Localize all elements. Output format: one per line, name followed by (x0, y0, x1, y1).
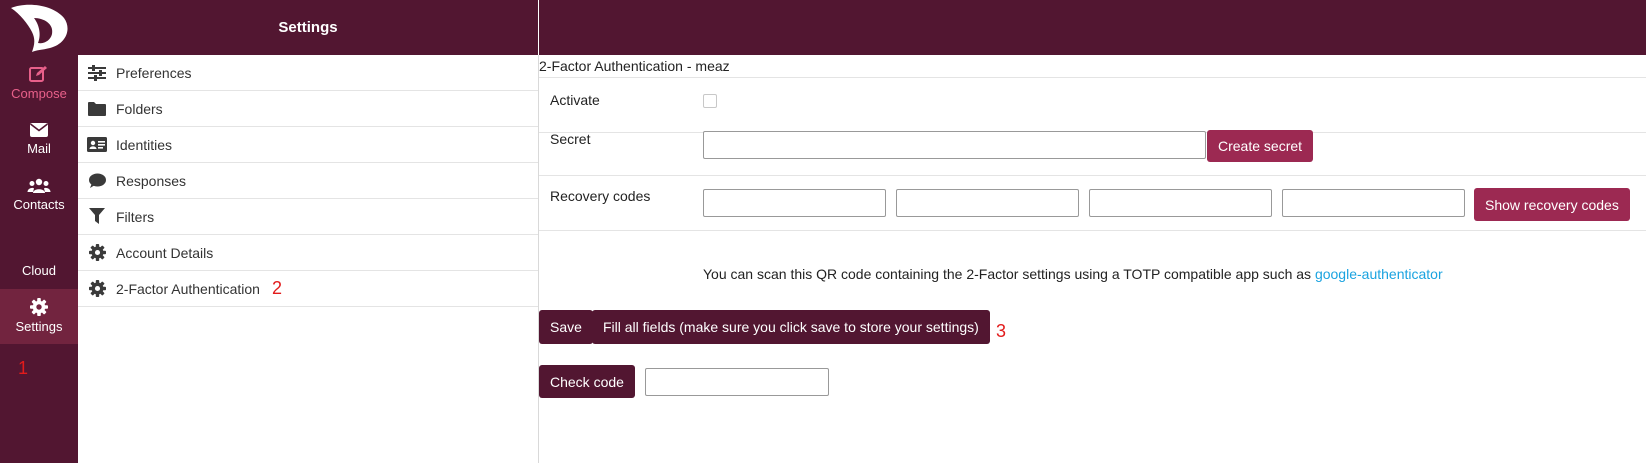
nav-contacts-label: Contacts (13, 197, 65, 212)
save-button[interactable]: Save (539, 310, 593, 344)
nav-settings[interactable]: Settings (0, 289, 78, 344)
nav-cloud-label: Cloud (22, 263, 56, 278)
nav-mail-label: Mail (27, 141, 51, 156)
show-recovery-codes-button[interactable]: Show recovery codes (1474, 188, 1630, 221)
comment-icon (87, 173, 107, 189)
recovery-code-input-4[interactable] (1282, 189, 1465, 217)
pane-title: 2-Factor Authentication - meaz (539, 58, 730, 74)
qr-instructions: You can scan this QR code containing the… (703, 266, 1443, 282)
settings-panel-title: Settings (78, 0, 538, 55)
settings-item-label: Identities (116, 136, 173, 153)
filter-icon (87, 208, 107, 225)
activate-label: Activate (550, 92, 600, 108)
secret-input[interactable] (703, 131, 1206, 159)
recovery-code-input-1[interactable] (703, 189, 886, 217)
recovery-label: Recovery codes (550, 188, 651, 204)
annotation-1: 1 (18, 358, 29, 378)
settings-item-label: Preferences (116, 64, 192, 81)
annotation-2: 2 (271, 278, 282, 298)
gear-icon (30, 298, 48, 316)
twofactor-pane: 2-Factor Authentication - meaz Activate … (539, 55, 1646, 463)
nav-mail[interactable]: Mail (0, 122, 78, 156)
check-code-input[interactable] (645, 368, 829, 396)
activate-checkbox[interactable] (703, 94, 717, 108)
fill-all-fields-button[interactable]: Fill all fields (make sure you click sav… (592, 310, 990, 344)
sliders-icon (87, 64, 107, 81)
gear-icon (87, 280, 107, 297)
settings-item-label: Responses (116, 172, 187, 189)
settings-item-responses[interactable]: Responses (78, 163, 538, 199)
settings-item-label: Filters (116, 208, 155, 225)
compose-icon (29, 66, 47, 82)
nav-compose-label: Compose (11, 86, 67, 101)
folder-icon (87, 101, 107, 116)
settings-item-folders[interactable]: Folders (78, 91, 538, 127)
nav-cloud[interactable]: Cloud (0, 263, 78, 278)
nav-contacts[interactable]: Contacts (0, 178, 78, 212)
settings-item-preferences[interactable]: Preferences (78, 55, 538, 91)
app-nav: Compose Mail Contacts Cloud Settings 1 (0, 0, 78, 463)
settings-item-identities[interactable]: Identities (78, 127, 538, 163)
check-code-button[interactable]: Check code (539, 365, 635, 398)
create-secret-button[interactable]: Create secret (1207, 130, 1314, 162)
settings-item-label: Folders (116, 100, 163, 117)
annotation-3: 3 (996, 321, 1007, 341)
settings-item-label: 2-Factor Authentication (116, 280, 260, 297)
settings-item-account-details[interactable]: Account Details (78, 235, 538, 271)
google-authenticator-link[interactable]: google-authenticator (1315, 266, 1443, 282)
nav-compose[interactable]: Compose (0, 65, 78, 101)
content-header (539, 0, 1646, 55)
settings-item-2fa[interactable]: 2-Factor Authentication 2 (78, 271, 538, 307)
activate-row: Activate (539, 78, 1646, 133)
secret-row: Secret Create secret (539, 130, 1646, 176)
recovery-row: Recovery codes Show recovery codes (539, 176, 1646, 231)
contacts-icon (27, 178, 51, 193)
recovery-code-input-3[interactable] (1089, 189, 1272, 217)
gear-icon (87, 244, 107, 261)
mail-icon (30, 123, 48, 137)
nav-settings-label: Settings (15, 319, 63, 334)
id-card-icon (87, 137, 107, 152)
app-logo-icon[interactable] (8, 2, 70, 54)
settings-item-label: Account Details (116, 244, 214, 261)
settings-list: Preferences Folders Identities Responses… (78, 55, 538, 307)
recovery-code-input-2[interactable] (896, 189, 1079, 217)
secret-label: Secret (550, 131, 591, 147)
qr-instructions-text: You can scan this QR code containing the… (703, 266, 1315, 282)
settings-item-filters[interactable]: Filters (78, 199, 538, 235)
